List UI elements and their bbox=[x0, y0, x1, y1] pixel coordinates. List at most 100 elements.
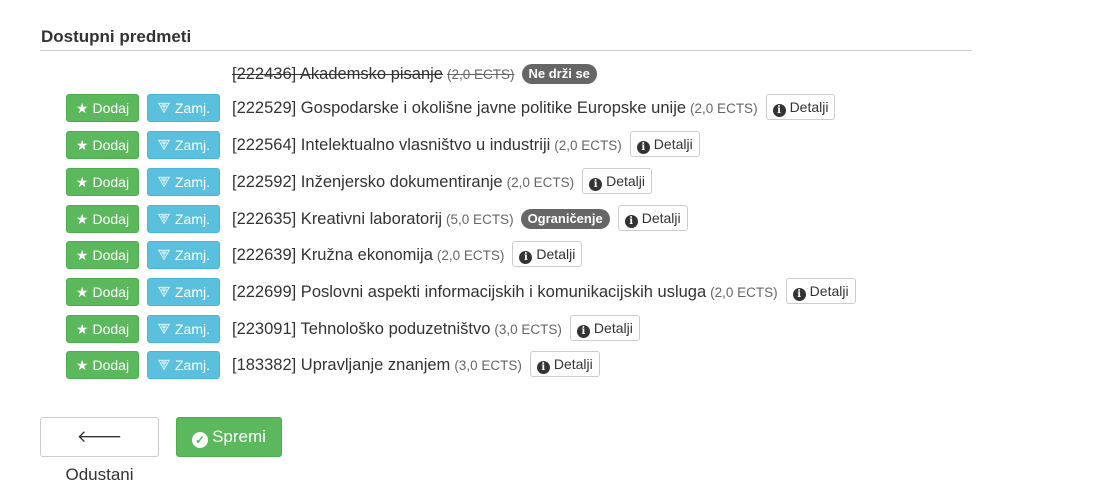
course-name: [222436] Akademsko pisanje bbox=[232, 65, 443, 83]
swap-icon: ⮗ bbox=[157, 174, 171, 190]
arrow-left-icon: 🡐 bbox=[76, 427, 123, 446]
course-name: [222699] Poslovni aspekti informacijskih… bbox=[232, 283, 707, 301]
add-label: Dodaj bbox=[92, 357, 130, 373]
swap-icon: ⮗ bbox=[157, 137, 171, 153]
swap-button[interactable]: ⮗ Zamj. bbox=[147, 131, 220, 159]
info-icon: i bbox=[624, 215, 638, 228]
add-button[interactable]: ★ Dodaj bbox=[66, 205, 139, 233]
details-button[interactable]: i Detalji bbox=[569, 315, 640, 341]
star-icon: ★ bbox=[75, 137, 89, 153]
swap-icon: ⮗ bbox=[157, 211, 171, 227]
details-label: Detalji bbox=[593, 320, 633, 336]
course-entry: [223091] Tehnološko poduzetništvo (3,0 EC… bbox=[232, 315, 640, 343]
course-ects: (5,0 ECTS) bbox=[446, 212, 514, 227]
add-button[interactable]: ★ Dodaj bbox=[66, 241, 139, 269]
details-button[interactable]: i Detalji bbox=[529, 351, 600, 377]
course-name: [222639] Kružna ekonomija bbox=[232, 246, 433, 264]
course-ects: (2,0 ECTS) bbox=[446, 67, 515, 82]
swap-label: Zamj. bbox=[175, 247, 210, 263]
star-icon: ★ bbox=[75, 284, 89, 300]
details-label: Detalji bbox=[641, 210, 681, 226]
add-button[interactable]: ★ Dodaj bbox=[66, 351, 139, 379]
swap-button[interactable]: ⮗ Zamj. bbox=[147, 351, 220, 379]
details-label: Detalji bbox=[606, 173, 646, 189]
cancel-label: Odustani bbox=[65, 465, 134, 484]
course-ects: (3,0 ECTS) bbox=[494, 322, 562, 337]
swap-label: Zamj. bbox=[175, 100, 210, 116]
course-ects: (2,0 ECTS) bbox=[554, 138, 622, 153]
course-entry: [183382] Upravljanje znanjem (3,0 ECTS) i D… bbox=[232, 351, 600, 379]
add-label: Dodaj bbox=[92, 174, 130, 190]
swap-label: Zamj. bbox=[175, 174, 210, 190]
details-button[interactable]: i Detalji bbox=[512, 241, 583, 267]
info-icon: i bbox=[636, 141, 650, 154]
details-label: Detalji bbox=[536, 246, 576, 262]
details-label: Detalji bbox=[789, 99, 829, 115]
course-name: [222635] Kreativni laboratorij bbox=[232, 210, 443, 228]
cancel-button[interactable]: 🡐 Odustani bbox=[40, 417, 159, 484]
course-entry: [222592] Inženjersko dokumentiranje (2,0 … bbox=[232, 168, 653, 196]
star-icon: ★ bbox=[75, 174, 89, 190]
course-entry: [222529] Gospodarske i okolišne javne po… bbox=[232, 94, 836, 122]
course-entry: [222635] Kreativni laboratorij (5,0 ECTS)… bbox=[232, 205, 688, 233]
swap-button[interactable]: ⮗ Zamj. bbox=[147, 205, 220, 233]
info-icon: i bbox=[519, 251, 533, 264]
details-label: Detalji bbox=[553, 356, 593, 372]
save-button[interactable]: ✓ Spremi bbox=[176, 417, 282, 457]
swap-icon: ⮗ bbox=[157, 247, 171, 263]
course-entry: [222639] Kružna ekonomija (2,0 ECTS) i Deta… bbox=[232, 241, 583, 269]
add-label: Dodaj bbox=[92, 284, 130, 300]
add-button[interactable]: ★ Dodaj bbox=[66, 278, 139, 306]
info-icon: i bbox=[792, 288, 806, 301]
course-name: [222564] Intelektualno vlasništvo u indu… bbox=[232, 136, 551, 154]
add-label: Dodaj bbox=[92, 211, 130, 227]
swap-button[interactable]: ⮗ Zamj. bbox=[147, 278, 220, 306]
course-entry: [222436] Akademsko pisanje (2,0 ECTS) Ne d… bbox=[232, 60, 597, 88]
add-label: Dodaj bbox=[92, 100, 130, 116]
course-name: [222592] Inženjersko dokumentiranje bbox=[232, 173, 503, 191]
course-entry: [222699] Poslovni aspekti informacijskih… bbox=[232, 278, 856, 306]
add-label: Dodaj bbox=[92, 137, 130, 153]
swap-button[interactable]: ⮗ Zamj. bbox=[147, 168, 220, 196]
details-button[interactable]: i Detalji bbox=[629, 131, 700, 157]
details-button[interactable]: i Detalji bbox=[765, 94, 836, 120]
add-label: Dodaj bbox=[92, 247, 130, 263]
info-icon: i bbox=[589, 178, 603, 191]
course-ects: (2,0 ECTS) bbox=[436, 248, 505, 263]
swap-label: Zamj. bbox=[175, 357, 210, 373]
details-button[interactable]: i Detalji bbox=[582, 168, 653, 194]
course-name: [223091] Tehnološko poduzetništvo bbox=[232, 320, 491, 338]
course-ects: (2,0 ECTS) bbox=[710, 285, 778, 300]
swap-icon: ⮗ bbox=[157, 284, 171, 300]
status-badge: Ne drži se bbox=[521, 64, 597, 84]
course-ects: (2,0 ECTS) bbox=[506, 175, 575, 190]
swap-icon: ⮗ bbox=[157, 321, 171, 337]
swap-label: Zamj. bbox=[175, 137, 210, 153]
star-icon: ★ bbox=[75, 247, 89, 263]
info-icon: i bbox=[576, 325, 590, 338]
section-title: Dostupni predmeti bbox=[40, 26, 972, 51]
course-ects: (3,0 ECTS) bbox=[454, 358, 522, 373]
available-courses-section: Dostupni predmeti [222436] Akademsko pis… bbox=[40, 26, 972, 379]
details-label: Detalji bbox=[653, 136, 693, 152]
swap-button[interactable]: ⮗ Zamj. bbox=[147, 94, 220, 122]
swap-label: Zamj. bbox=[175, 211, 210, 227]
add-button[interactable]: ★ Dodaj bbox=[66, 131, 139, 159]
add-button[interactable]: ★ Dodaj bbox=[66, 315, 139, 343]
check-circle-icon: ✓ bbox=[192, 432, 209, 448]
star-icon: ★ bbox=[75, 357, 89, 373]
star-icon: ★ bbox=[75, 100, 89, 116]
add-label: Dodaj bbox=[92, 321, 130, 337]
details-button[interactable]: i Detalji bbox=[785, 278, 856, 304]
add-button[interactable]: ★ Dodaj bbox=[66, 168, 139, 196]
info-icon: i bbox=[772, 104, 786, 117]
status-badge: Ograničenje bbox=[520, 209, 610, 229]
course-ects: (2,0 ECTS) bbox=[690, 101, 758, 116]
star-icon: ★ bbox=[75, 321, 89, 337]
swap-label: Zamj. bbox=[175, 321, 210, 337]
add-button[interactable]: ★ Dodaj bbox=[66, 94, 139, 122]
swap-button[interactable]: ⮗ Zamj. bbox=[147, 241, 220, 269]
swap-button[interactable]: ⮗ Zamj. bbox=[147, 315, 220, 343]
details-button[interactable]: i Detalji bbox=[617, 205, 688, 231]
star-icon: ★ bbox=[75, 211, 89, 227]
